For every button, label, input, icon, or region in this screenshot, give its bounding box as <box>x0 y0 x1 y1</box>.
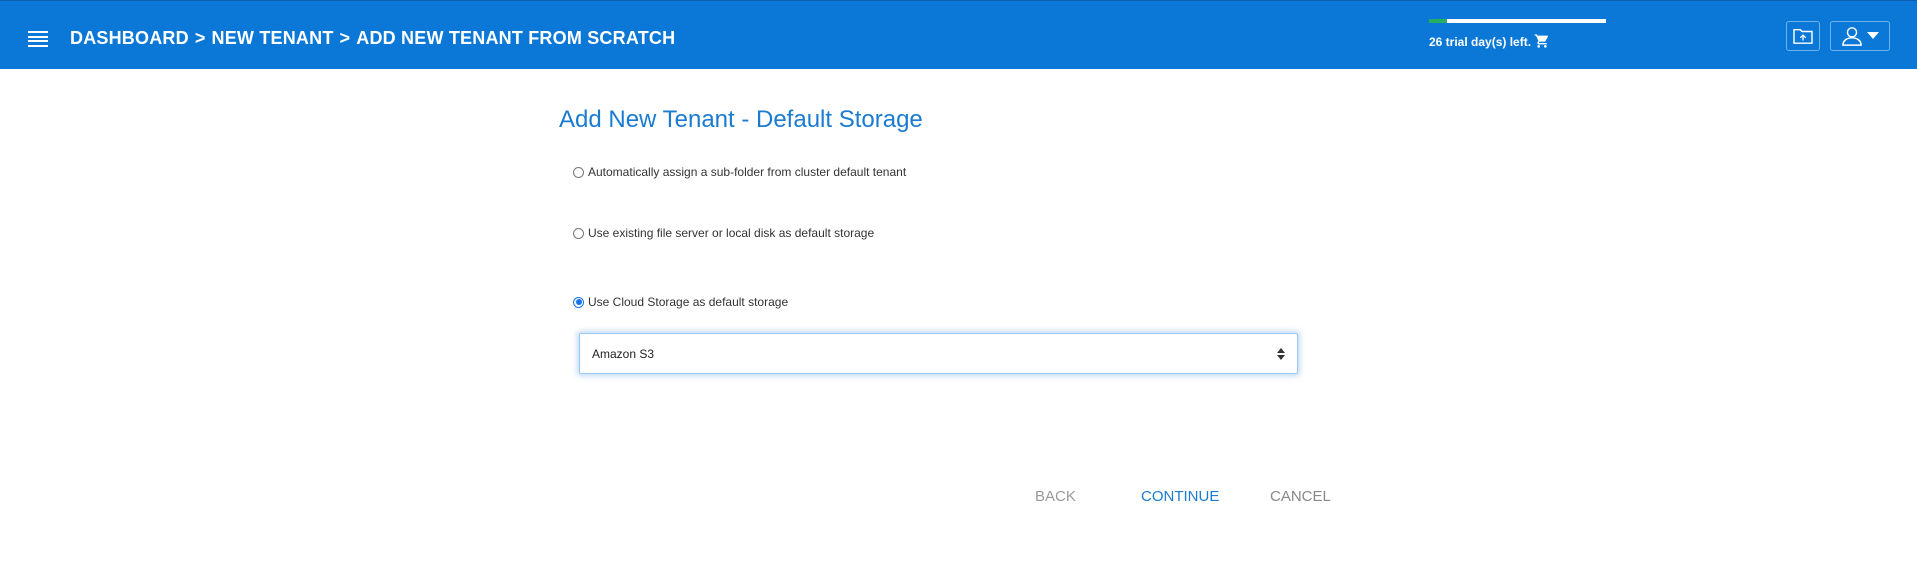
option-label: Use Cloud Storage as default storage <box>588 295 789 309</box>
select-value: Amazon S3 <box>592 347 655 361</box>
breadcrumb-separator: > <box>339 28 351 48</box>
trial-days-text: 26 trial day(s) left. <box>1429 35 1532 49</box>
user-menu-button[interactable] <box>1830 21 1890 51</box>
radio-auto-subfolder[interactable] <box>573 166 584 178</box>
trial-progress-fill <box>1429 19 1447 23</box>
cloud-storage-select[interactable]: Amazon S3 <box>579 333 1298 374</box>
breadcrumb: DASHBOARD > NEW TENANT > ADD NEW TENANT FROM… <box>70 28 675 49</box>
cancel-button[interactable]: CANCEL <box>1270 488 1331 505</box>
radio-cloud-storage[interactable] <box>573 296 584 308</box>
folder-button[interactable] <box>1786 21 1820 51</box>
trial-progress-bar <box>1429 19 1606 23</box>
select-arrows-icon <box>1277 348 1285 360</box>
radio-existing-file-server[interactable] <box>573 227 584 239</box>
option-label: Automatically assign a sub-folder from c… <box>588 165 907 179</box>
user-icon <box>1842 27 1862 46</box>
breadcrumb-new-tenant[interactable]: NEW TENANT <box>212 28 334 48</box>
breadcrumb-dashboard[interactable]: DASHBOARD <box>70 28 189 48</box>
back-button[interactable]: BACK <box>1035 488 1076 505</box>
hamburger-menu-icon[interactable] <box>28 31 48 47</box>
option-cloud-storage[interactable]: Use Cloud Storage as default storage <box>573 295 788 309</box>
cart-icon[interactable] <box>1533 33 1551 49</box>
breadcrumb-separator: > <box>194 28 206 48</box>
caret-down-icon <box>1867 32 1879 39</box>
top-navigation-bar: DASHBOARD > NEW TENANT > ADD NEW TENANT FROM… <box>0 0 1917 69</box>
option-existing-file-server[interactable]: Use existing file server or local disk a… <box>573 226 874 240</box>
breadcrumb-current-page: ADD NEW TENANT FROM SCRATCH <box>356 28 676 48</box>
page-title: Add New Tenant - Default Storage <box>559 106 923 133</box>
option-label: Use existing file server or local disk a… <box>588 226 875 240</box>
folder-icon <box>1793 28 1813 44</box>
continue-button[interactable]: CONTINUE <box>1141 488 1219 505</box>
option-auto-subfolder[interactable]: Automatically assign a sub-folder from c… <box>573 165 906 179</box>
